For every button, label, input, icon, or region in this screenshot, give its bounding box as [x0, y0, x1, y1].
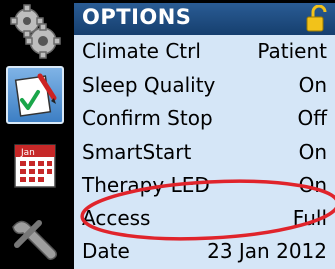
- options-header: OPTIONS: [74, 3, 335, 35]
- tools-icon[interactable]: [6, 206, 64, 264]
- option-value: On: [298, 73, 327, 97]
- gears-icon[interactable]: [6, 2, 64, 60]
- option-row-date[interactable]: Date 23 Jan 2012: [74, 235, 335, 269]
- option-label: Therapy LED: [82, 173, 210, 197]
- option-value: 23 Jan 2012: [207, 239, 327, 263]
- calendar-month-label: Jan: [20, 148, 35, 158]
- option-row-smartstart[interactable]: SmartStart On: [74, 136, 335, 170]
- icon-rail: Jan: [0, 0, 70, 269]
- option-value: Off: [297, 106, 327, 130]
- option-label: Confirm Stop: [82, 106, 213, 130]
- option-label: Access: [82, 206, 151, 230]
- calendar-icon[interactable]: Jan: [6, 136, 64, 194]
- page-title: OPTIONS: [82, 5, 192, 29]
- options-list: Climate Ctrl Patient Sleep Quality On Co…: [74, 35, 335, 269]
- option-row-confirm-stop[interactable]: Confirm Stop Off: [74, 102, 335, 136]
- option-row-access[interactable]: Access Full: [74, 202, 335, 236]
- option-value: On: [298, 140, 327, 164]
- option-row-therapy-led[interactable]: Therapy LED On: [74, 169, 335, 203]
- option-value: Full: [292, 206, 327, 230]
- option-label: Climate Ctrl: [82, 39, 201, 63]
- unlock-icon: [306, 5, 327, 32]
- option-label: Date: [82, 239, 130, 263]
- option-value: Patient: [257, 39, 327, 63]
- option-row-climate-ctrl[interactable]: Climate Ctrl Patient: [74, 35, 335, 69]
- option-value: On: [298, 173, 327, 197]
- option-label: SmartStart: [82, 140, 192, 164]
- option-label: Sleep Quality: [82, 73, 216, 97]
- option-row-sleep-quality[interactable]: Sleep Quality On: [74, 69, 335, 103]
- checklist-icon[interactable]: [6, 66, 64, 124]
- device-screen: Jan OPTIONS Climate Ctrl Patient Sleep Q…: [0, 0, 335, 269]
